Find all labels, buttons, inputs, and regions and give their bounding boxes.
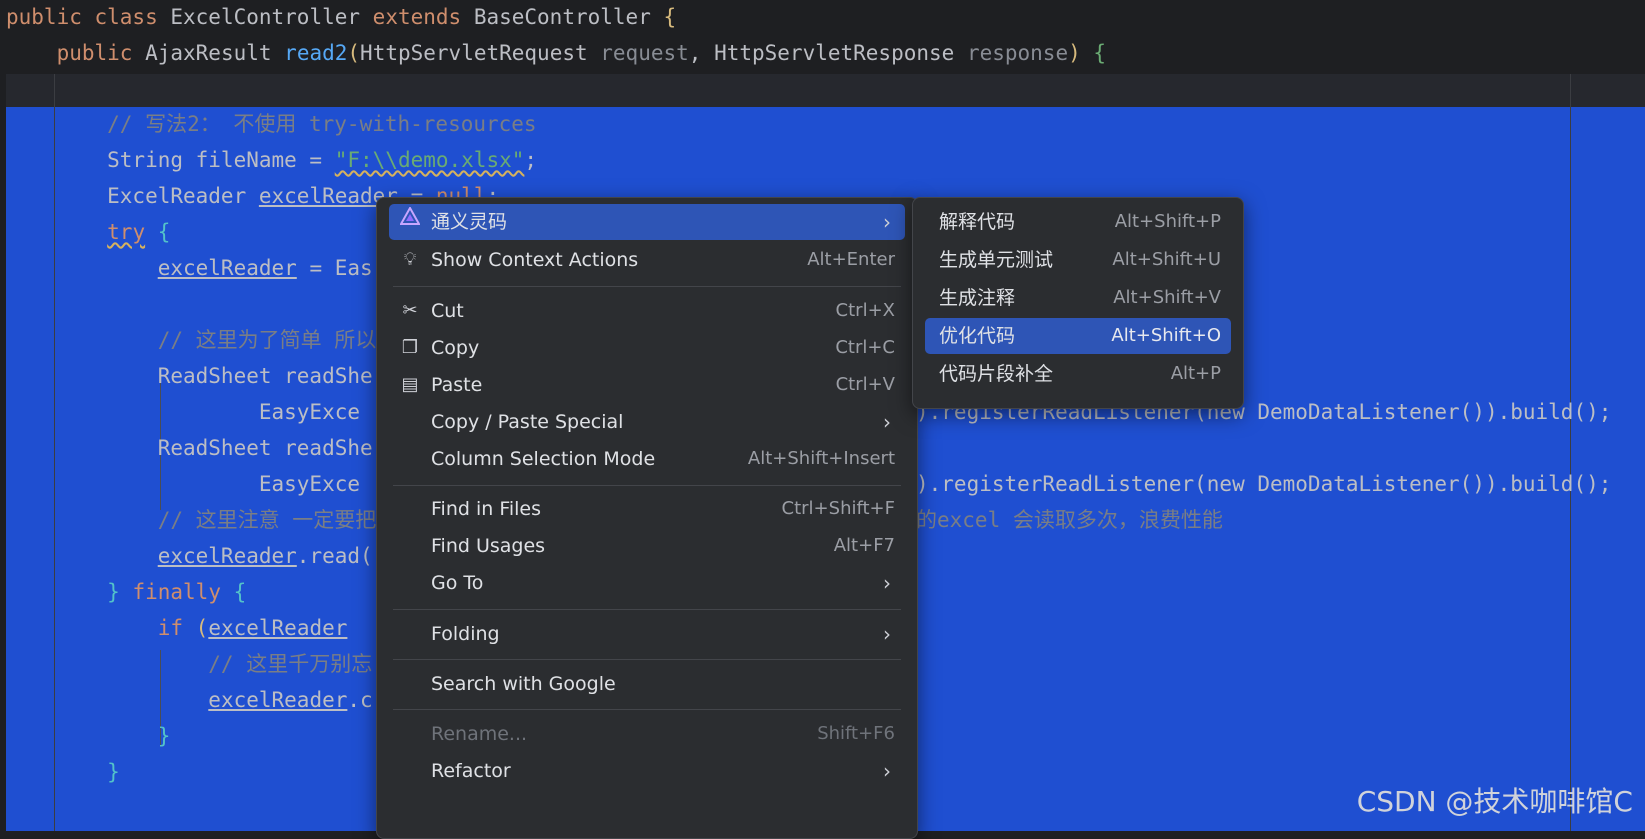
menu-item-show-context-actions[interactable]: 💡︎ Show Context Actions Alt+Enter	[389, 242, 905, 278]
lingma-submenu: 解释代码 Alt+Shift+P 生成单元测试 Alt+Shift+U 生成注释…	[912, 197, 1244, 409]
menu-item-find-usages[interactable]: Find Usages Alt+F7	[389, 528, 905, 564]
menu-separator	[393, 485, 901, 486]
bulb-icon: 💡︎	[403, 249, 417, 270]
code-line: }	[6, 724, 171, 748]
menu-item-refactor[interactable]: Refactor ›	[389, 753, 905, 789]
menu-item-find-in-files[interactable]: Find in Files Ctrl+Shift+F	[389, 491, 905, 527]
code-fragment: ).registerReadListener(new DemoDataListe…	[916, 472, 1612, 496]
paste-icon: ▤	[401, 374, 419, 395]
submenu-item-generate-comment[interactable]: 生成注释 Alt+Shift+V	[925, 280, 1231, 316]
code-line: }	[6, 760, 120, 784]
submenu-item-snippet-completion[interactable]: 代码片段补全 Alt+P	[925, 356, 1231, 392]
code-line: EasyExce	[6, 400, 361, 424]
menu-item-column-selection-mode[interactable]: Column Selection Mode Alt+Shift+Insert	[389, 441, 905, 477]
code-line: // 写法2： 不使用 try-with-resources	[6, 112, 537, 136]
menu-item-search-with-google[interactable]: Search with Google	[389, 666, 905, 702]
copy-icon: ❐	[401, 337, 419, 358]
code-line: // 这里为了简单 所以	[6, 328, 377, 352]
code-line: } finally {	[107, 580, 247, 604]
watermark: CSDN @技术咖啡馆C	[1356, 785, 1633, 818]
menu-item-cut[interactable]: ✂ Cut Ctrl+X	[389, 293, 905, 329]
code-line: String fileName = "F:\\demo.xlsx";	[6, 148, 538, 172]
code-line: // 这里注意 一定要把	[6, 508, 377, 532]
code-line: public AjaxResult read2(HttpServletReque…	[56, 41, 1107, 65]
code-line: excelReader = Eas	[157, 256, 373, 280]
code-line: public class ExcelController extends Bas…	[6, 5, 677, 29]
code-line: ReadSheet readShe	[6, 364, 373, 388]
code-line: // 这里千万别忘	[6, 652, 373, 676]
chevron-right-icon: ›	[883, 622, 891, 646]
code-line: if (excelReader	[157, 616, 348, 640]
code-line: excelReader.c	[208, 688, 373, 712]
submenu-item-explain-code[interactable]: 解释代码 Alt+Shift+P	[925, 204, 1231, 240]
menu-item-paste[interactable]: ▤ Paste Ctrl+V	[389, 367, 905, 403]
menu-item-rename[interactable]: Rename... Shift+F6	[389, 716, 905, 752]
current-line-highlight	[6, 74, 1645, 107]
chevron-right-icon: ›	[883, 571, 891, 595]
context-menu: 通义灵码 › 💡︎ Show Context Actions Alt+Enter…	[376, 197, 918, 839]
menu-item-copy[interactable]: ❐ Copy Ctrl+C	[389, 330, 905, 366]
menu-separator	[393, 286, 901, 287]
menu-separator	[393, 659, 901, 660]
scissors-icon: ✂	[402, 300, 418, 321]
code-line: excelReader.read(	[157, 544, 373, 568]
menu-item-go-to[interactable]: Go To ›	[389, 565, 905, 601]
lingma-icon	[399, 204, 421, 240]
menu-item-lingma[interactable]: 通义灵码 ›	[389, 204, 905, 240]
code-line: EasyExce	[6, 472, 361, 496]
menu-separator	[393, 709, 901, 710]
code-line: try {	[107, 220, 171, 244]
menu-item-copy-paste-special[interactable]: Copy / Paste Special ›	[389, 404, 905, 440]
chevron-right-icon: ›	[883, 759, 891, 783]
submenu-item-optimize-code[interactable]: 优化代码 Alt+Shift+O	[925, 318, 1231, 354]
submenu-item-generate-unit-test[interactable]: 生成单元测试 Alt+Shift+U	[925, 242, 1231, 278]
right-margin-guide	[1570, 74, 1571, 831]
code-fragment: 的excel 会读取多次，浪费性能	[916, 508, 1223, 532]
menu-separator	[393, 609, 901, 610]
chevron-right-icon: ›	[883, 210, 891, 234]
menu-item-folding[interactable]: Folding ›	[389, 616, 905, 652]
code-line: ReadSheet readShe	[6, 436, 373, 460]
chevron-right-icon: ›	[883, 410, 891, 434]
